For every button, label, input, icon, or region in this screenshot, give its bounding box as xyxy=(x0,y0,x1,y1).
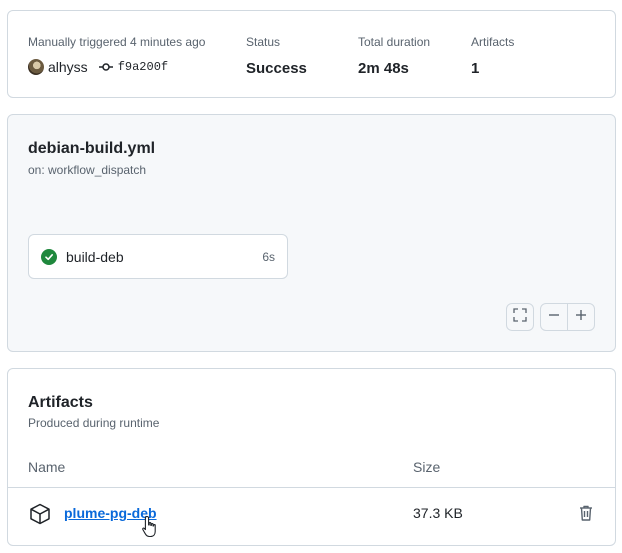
run-summary-card: Manually triggered 4 minutes ago alhyss … xyxy=(7,10,616,98)
check-circle-icon xyxy=(41,248,57,265)
duration-label: Total duration xyxy=(358,35,431,49)
package-icon xyxy=(28,502,52,531)
actor-link[interactable]: alhyss xyxy=(48,59,88,75)
commit-link[interactable]: f9a200f xyxy=(118,60,168,74)
git-commit-icon xyxy=(98,59,114,75)
job-duration: 6s xyxy=(262,249,275,264)
status-col: Status Success xyxy=(246,34,307,79)
zoom-out-button[interactable] xyxy=(540,303,568,331)
workflow-file-name: debian-build.yml xyxy=(28,140,156,157)
table-row: plume-pg-deb 37.3 KB xyxy=(8,488,615,540)
workflow-trigger: on: workflow_dispatch xyxy=(28,163,147,177)
zoom-in-icon xyxy=(574,308,588,327)
hand-pointer-cursor-icon xyxy=(141,515,159,544)
fullscreen-icon xyxy=(512,307,528,328)
duration-value: 2m 48s xyxy=(358,60,409,77)
column-header-name: Name xyxy=(28,459,66,475)
zoom-in-button[interactable] xyxy=(567,303,595,331)
actor-row: alhyss f9a200f xyxy=(28,58,205,76)
job-name: build-deb xyxy=(66,248,124,265)
avatar[interactable] xyxy=(28,59,44,75)
column-header-size: Size xyxy=(413,459,441,475)
trigger-info: Manually triggered 4 minutes ago alhyss … xyxy=(28,34,205,76)
duration-col: Total duration 2m 48s xyxy=(358,34,430,79)
artifacts-col: Artifacts 1 xyxy=(471,34,514,79)
artifacts-subtitle: Produced during runtime xyxy=(28,416,160,430)
job-build-deb[interactable]: build-deb 6s xyxy=(28,234,288,279)
artifacts-card: Artifacts Produced during runtime Name S… xyxy=(7,368,616,546)
fullscreen-button[interactable] xyxy=(506,303,534,331)
workflow-graph-card: debian-build.yml on: workflow_dispatch b… xyxy=(7,114,616,352)
status-value: Success xyxy=(246,60,307,77)
status-label: Status xyxy=(246,35,281,49)
trigger-label: Manually triggered 4 minutes ago xyxy=(28,35,206,49)
artifacts-title: Artifacts xyxy=(28,394,93,411)
zoom-out-icon xyxy=(547,308,561,327)
trash-icon[interactable] xyxy=(578,504,594,527)
artifacts-count-label: Artifacts xyxy=(471,35,515,49)
artifacts-count-value[interactable]: 1 xyxy=(471,59,514,79)
artifact-size: 37.3 KB xyxy=(413,505,463,521)
